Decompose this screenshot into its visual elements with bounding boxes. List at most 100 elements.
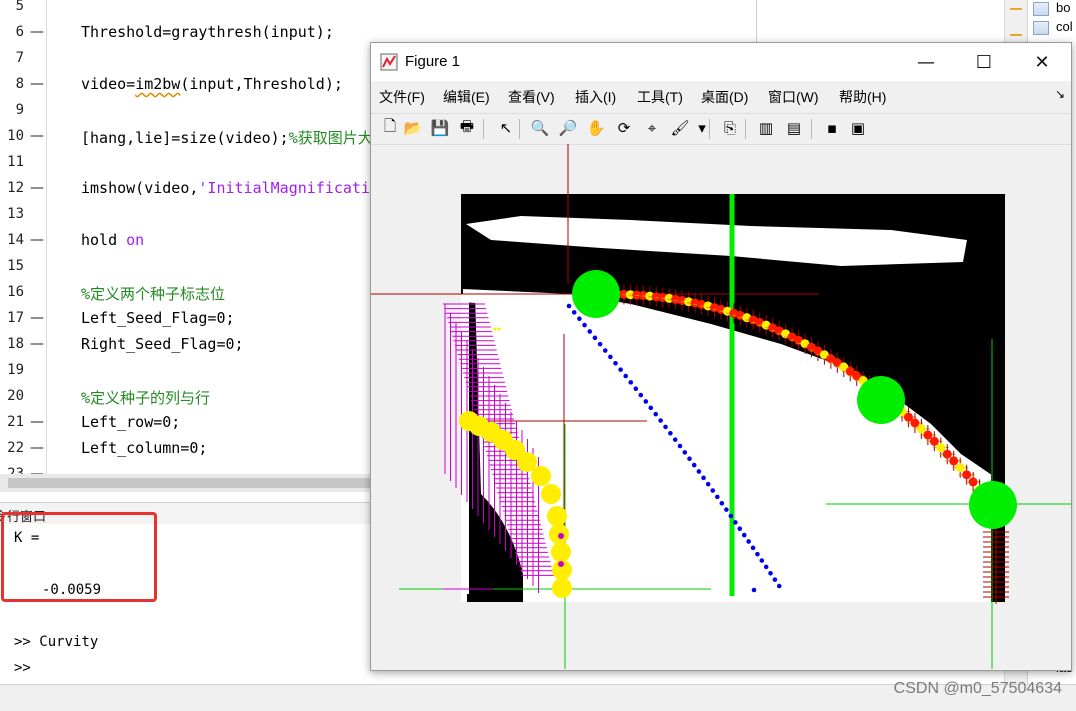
line-number: 22 <box>7 440 24 456</box>
line-number: 7 <box>15 50 24 66</box>
close-button[interactable]: ✕ <box>1013 43 1071 81</box>
colorbar-icon[interactable]: ▥ <box>755 117 777 139</box>
magenta-point <box>558 533 564 539</box>
watermark: CSDN @m0_57504634 <box>893 680 1062 697</box>
line-number: 23 <box>7 466 24 474</box>
hide-plot-tools-icon[interactable]: ▪ <box>821 117 843 139</box>
breakpoint-dash[interactable]: — <box>30 128 44 144</box>
line-number: 18 <box>7 336 24 352</box>
toolbar-separator <box>811 119 812 139</box>
yellow-marker <box>497 327 501 331</box>
code-line[interactable]: %定义两个种子标志位 <box>81 283 225 304</box>
link-plot-icon[interactable]: ⎘ <box>719 117 741 139</box>
blue-path-point <box>733 520 738 525</box>
blue-path-point <box>696 469 702 474</box>
line-number: 19 <box>7 362 24 378</box>
workspace-item[interactable]: bo <box>1056 0 1070 15</box>
line-number: 5 <box>15 0 24 14</box>
blue-path-point <box>741 532 747 538</box>
curve-marker <box>929 436 939 446</box>
maximize-button[interactable]: ☐ <box>955 43 1013 81</box>
blue-path-point <box>587 329 593 334</box>
menu-insert[interactable]: 插入(I) <box>575 87 616 107</box>
menubar-dock-arrow-icon[interactable]: ↘ <box>1055 87 1065 101</box>
blue-path-point <box>658 418 663 423</box>
menu-edit[interactable]: 编辑(E) <box>443 87 490 107</box>
save-icon[interactable]: 💾 <box>429 117 451 139</box>
command-prompt[interactable]: >> <box>14 660 31 676</box>
brush-icon[interactable]: 🖌 <box>669 117 691 139</box>
menu-window[interactable]: 窗口(W) <box>768 87 819 107</box>
new-figure-icon[interactable]: 🗋 <box>379 117 401 139</box>
menu-desktop[interactable]: 桌面(D) <box>701 87 748 107</box>
blue-path-point <box>751 587 757 593</box>
code-token: %定义种子的列与行 <box>81 389 211 407</box>
blue-path-point <box>750 545 756 551</box>
figure-plot-area[interactable] <box>371 144 1071 669</box>
open-file-icon[interactable]: 📂 <box>402 117 424 139</box>
zoom-in-icon[interactable]: 🔍 <box>529 117 551 139</box>
breakpoint-dash[interactable]: — <box>30 76 44 92</box>
blue-path-point <box>597 341 603 347</box>
breakpoint-dash[interactable]: — <box>30 310 44 326</box>
toolbar-separator <box>483 119 484 139</box>
figure-window[interactable]: Figure 1 — ☐ ✕ 文件(F) 编辑(E) 查看(V) 插入(I) 工… <box>370 42 1072 671</box>
code-line[interactable]: Left_row=0; <box>81 413 180 431</box>
menu-view[interactable]: 查看(V) <box>508 87 555 107</box>
figure-toolbar: 🗋 📂 💾 🖶 ↖ 🔍 🔎 ✋ ⟳ ⌖ 🖌 ▾ ⎘ ▥ ▤ ▪ ▣ <box>371 113 1071 145</box>
pan-hand-icon[interactable]: ✋ <box>585 117 607 139</box>
code-line[interactable]: Left_column=0; <box>81 439 207 457</box>
code-token: (input,Threshold); <box>180 75 343 93</box>
rotate-3d-icon[interactable]: ⟳ <box>613 117 635 139</box>
legend-icon[interactable]: ▤ <box>783 117 805 139</box>
menu-tools[interactable]: 工具(T) <box>637 87 683 107</box>
gutter-divider <box>46 0 47 474</box>
code-token: %定义两个种子标志位 <box>81 285 226 303</box>
code-line[interactable]: video=im2bw(input,Threshold); <box>81 75 343 93</box>
line-number: 20 <box>7 388 24 404</box>
blue-path-point <box>691 462 697 468</box>
data-cursor-icon[interactable]: ⌖ <box>641 117 663 139</box>
brush-dropdown-icon[interactable]: ▾ <box>691 117 713 139</box>
curve-marker <box>949 456 959 466</box>
code-token: Threshold=graythresh(input); <box>81 23 334 41</box>
breakpoint-dash[interactable]: — <box>30 336 44 352</box>
code-line[interactable]: Threshold=graythresh(input); <box>81 23 334 41</box>
blue-path-point <box>724 507 729 512</box>
zoom-out-icon[interactable]: 🔎 <box>557 117 579 139</box>
curve-marker <box>968 477 978 487</box>
yellow-marker <box>531 466 551 486</box>
breakpoint-dash[interactable]: — <box>30 414 44 430</box>
code-line[interactable]: Left_Seed_Flag=0; <box>81 309 235 327</box>
breakpoint-dash[interactable]: — <box>30 180 44 196</box>
code-token: Left_Seed_Flag=0; <box>81 309 235 327</box>
figure-titlebar[interactable]: Figure 1 — ☐ ✕ <box>371 43 1071 81</box>
code-line[interactable]: [hang,lie]=size(video);%获取图片大 <box>81 127 373 148</box>
workspace-item[interactable]: col <box>1056 19 1073 34</box>
code-line[interactable]: imshow(video,'InitialMagnificati <box>81 179 370 197</box>
breakpoint-dash[interactable]: — <box>30 440 44 456</box>
code-line[interactable]: %定义种子的列与行 <box>81 387 210 408</box>
breakpoint-dash[interactable]: — <box>30 232 44 248</box>
show-plot-tools-icon[interactable]: ▣ <box>847 117 869 139</box>
line-number: 17 <box>7 310 24 326</box>
figure-menubar: 文件(F) 编辑(E) 查看(V) 插入(I) 工具(T) 桌面(D) 窗口(W… <box>371 83 1071 109</box>
breakpoint-dash[interactable]: — <box>30 24 44 40</box>
blue-path-point <box>677 443 683 449</box>
blue-path-point <box>571 310 577 315</box>
blue-path-point <box>776 583 782 589</box>
menu-help[interactable]: 帮助(H) <box>839 87 886 107</box>
select-arrow-icon[interactable]: ↖ <box>495 117 517 139</box>
yellow-marker <box>493 327 497 331</box>
image-left-border-strip <box>461 294 469 594</box>
line-number: 16 <box>7 284 24 300</box>
scroll-marker <box>1010 8 1022 10</box>
print-icon[interactable]: 🖶 <box>456 117 478 139</box>
code-token: %获取图片大 <box>288 129 373 147</box>
menu-file[interactable]: 文件(F) <box>379 87 425 107</box>
minimize-button[interactable]: — <box>897 43 955 81</box>
code-line[interactable]: Right_Seed_Flag=0; <box>81 335 244 353</box>
code-line[interactable]: hold on <box>81 231 144 249</box>
blue-path-point <box>672 437 678 442</box>
breakpoint-dash[interactable]: — <box>30 466 44 474</box>
